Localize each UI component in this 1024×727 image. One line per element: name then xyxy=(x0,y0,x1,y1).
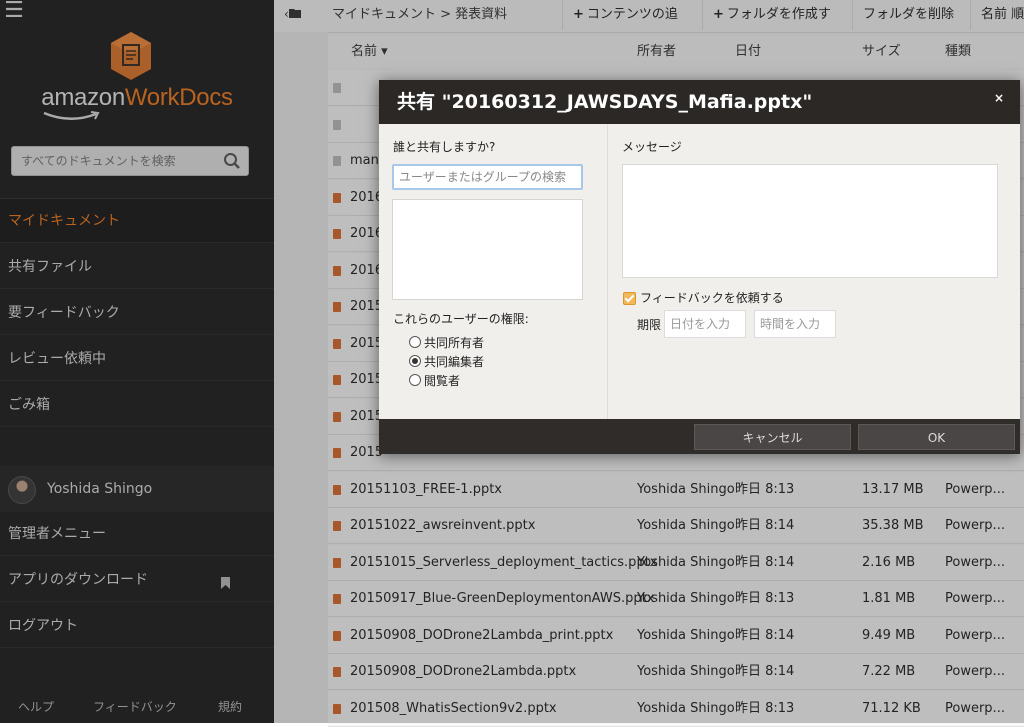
share-with-label: 誰と共有しますか? xyxy=(393,140,496,154)
permission-viewer-label: 閲覧者 xyxy=(424,374,461,388)
close-icon[interactable]: × xyxy=(994,91,1004,105)
deadline-date-input[interactable] xyxy=(664,310,746,338)
ok-button[interactable]: OK xyxy=(858,424,1015,450)
radio-viewer[interactable] xyxy=(409,374,421,386)
message-label: メッセージ xyxy=(622,140,682,154)
recipient-list[interactable] xyxy=(392,199,583,300)
share-dialog: 共有 "20160312_JAWSDAYS_Mafia.pptx" × 誰と共有… xyxy=(379,80,1020,454)
deadline-time-input[interactable] xyxy=(754,310,836,338)
radio-co-editor[interactable] xyxy=(409,355,421,367)
message-textarea[interactable] xyxy=(622,164,998,278)
share-recipients-panel: 誰と共有しますか? これらのユーザーの権限: 共同所有者 共同編集者 閲覧者 xyxy=(379,124,608,419)
permission-co-owner[interactable]: 共同所有者 xyxy=(409,334,484,352)
share-dialog-header: 共有 "20160312_JAWSDAYS_Mafia.pptx" × xyxy=(379,80,1020,124)
radio-co-owner[interactable] xyxy=(409,336,421,348)
feedback-checkbox[interactable] xyxy=(623,292,636,305)
feedback-label[interactable]: フィードバックを依頼する xyxy=(640,289,784,306)
permission-co-owner-label: 共同所有者 xyxy=(424,336,485,350)
deadline-label: 期限 xyxy=(637,318,662,332)
permission-co-editor[interactable]: 共同編集者 xyxy=(409,353,484,371)
cancel-button[interactable]: キャンセル xyxy=(694,424,851,450)
share-dialog-footer: キャンセル OK xyxy=(379,419,1020,454)
permission-viewer[interactable]: 閲覧者 xyxy=(409,372,460,390)
permission-label: これらのユーザーの権限: xyxy=(393,312,529,326)
permission-co-editor-label: 共同編集者 xyxy=(424,355,485,369)
share-dialog-title: 共有 "20160312_JAWSDAYS_Mafia.pptx" xyxy=(397,91,813,113)
share-message-panel: メッセージ フィードバックを依頼する 期限 xyxy=(608,124,1020,419)
user-group-search-input[interactable] xyxy=(392,164,583,190)
